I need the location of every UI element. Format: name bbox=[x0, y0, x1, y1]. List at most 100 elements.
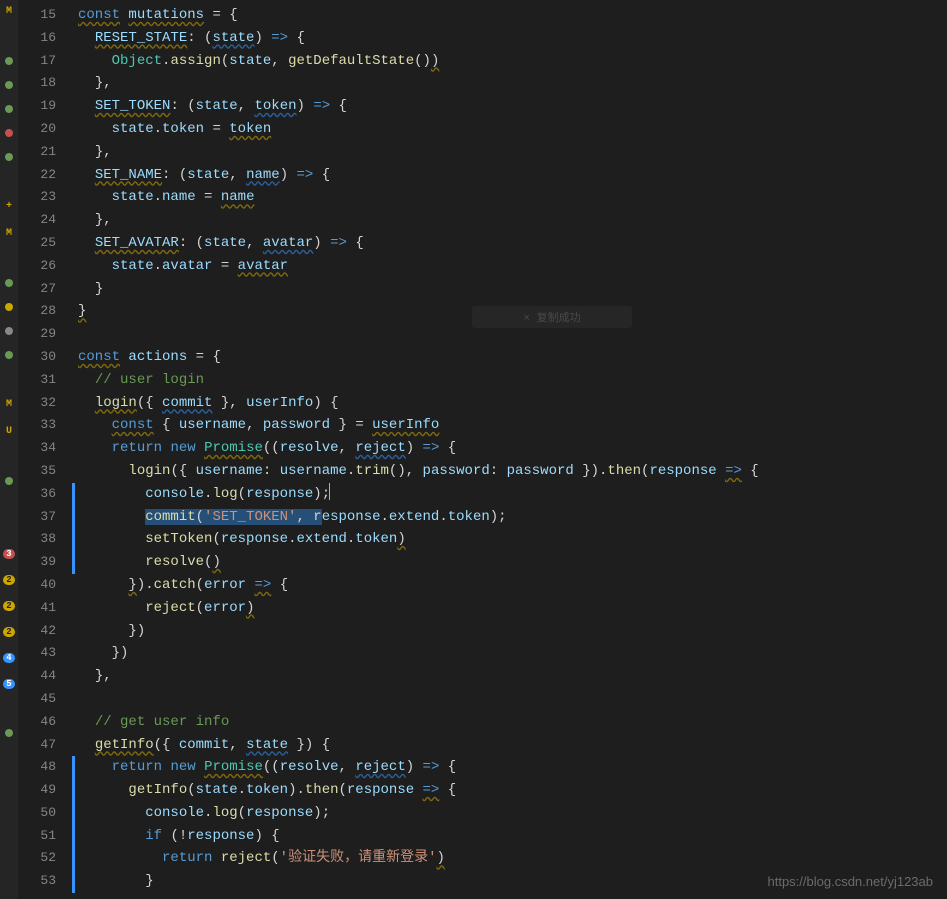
code-line[interactable]: SET_TOKEN: (state, token) => { bbox=[78, 95, 947, 118]
line-number: 35 bbox=[18, 460, 56, 483]
code-line[interactable]: state.name = name bbox=[78, 186, 947, 209]
status-dot bbox=[5, 351, 13, 359]
status-dot bbox=[5, 57, 13, 65]
code-line[interactable]: }, bbox=[78, 141, 947, 164]
line-number: 40 bbox=[18, 574, 56, 597]
git-status-letter: M bbox=[6, 228, 12, 239]
count-badge: 5 bbox=[3, 679, 15, 689]
line-number: 18 bbox=[18, 72, 56, 95]
code-line[interactable]: console.log(response); bbox=[78, 802, 947, 825]
code-line[interactable]: }, bbox=[78, 72, 947, 95]
status-dot bbox=[5, 279, 13, 287]
line-number: 31 bbox=[18, 369, 56, 392]
activity-bar[interactable]: M + M M U 3 2 2 2 4 5 bbox=[0, 0, 18, 899]
count-badge: 4 bbox=[3, 653, 15, 663]
git-modified-indicator bbox=[72, 756, 75, 893]
line-number: 24 bbox=[18, 209, 56, 232]
code-editor[interactable]: 1516171819202122232425262728293031323334… bbox=[18, 0, 947, 899]
line-number: 33 bbox=[18, 414, 56, 437]
code-line[interactable]: state.token = token bbox=[78, 118, 947, 141]
code-line[interactable]: const { username, password } = userInfo bbox=[78, 414, 947, 437]
line-number: 15 bbox=[18, 4, 56, 27]
count-badge: 2 bbox=[3, 627, 15, 637]
line-number: 20 bbox=[18, 118, 56, 141]
line-number: 53 bbox=[18, 870, 56, 893]
code-line[interactable]: RESET_STATE: (state) => { bbox=[78, 27, 947, 50]
code-line[interactable]: }) bbox=[78, 642, 947, 665]
line-number: 48 bbox=[18, 756, 56, 779]
line-number: 44 bbox=[18, 665, 56, 688]
status-dot bbox=[5, 303, 13, 311]
code-line[interactable]: } bbox=[78, 300, 947, 323]
code-line[interactable] bbox=[78, 323, 947, 346]
code-line[interactable]: }).catch(error => { bbox=[78, 574, 947, 597]
line-number: 39 bbox=[18, 551, 56, 574]
code-line[interactable]: reject(error) bbox=[78, 597, 947, 620]
status-dot bbox=[5, 327, 13, 335]
git-status-letter: M bbox=[6, 399, 12, 410]
line-number: 47 bbox=[18, 734, 56, 757]
line-number: 23 bbox=[18, 186, 56, 209]
code-line[interactable] bbox=[78, 688, 947, 711]
git-status-letter: U bbox=[6, 426, 12, 437]
status-dot bbox=[5, 81, 13, 89]
status-dot bbox=[5, 153, 13, 161]
line-number: 16 bbox=[18, 27, 56, 50]
git-status-letter: + bbox=[6, 201, 12, 212]
code-line[interactable]: // get user info bbox=[78, 711, 947, 734]
line-number: 36 bbox=[18, 483, 56, 506]
code-line[interactable]: return new Promise((resolve, reject) => … bbox=[78, 437, 947, 460]
count-badge: 2 bbox=[3, 575, 15, 585]
line-number: 27 bbox=[18, 278, 56, 301]
line-number: 34 bbox=[18, 437, 56, 460]
code-line[interactable]: state.avatar = avatar bbox=[78, 255, 947, 278]
status-dot bbox=[5, 105, 13, 113]
line-number: 32 bbox=[18, 392, 56, 415]
code-line[interactable]: if (!response) { bbox=[78, 825, 947, 848]
code-line[interactable]: getInfo({ commit, state }) { bbox=[78, 734, 947, 757]
line-number: 52 bbox=[18, 847, 56, 870]
status-dot bbox=[5, 729, 13, 737]
code-line[interactable]: return reject('验证失败，请重新登录') bbox=[78, 847, 947, 870]
code-line[interactable]: }, bbox=[78, 665, 947, 688]
code-line[interactable]: const mutations = { bbox=[78, 4, 947, 27]
line-number: 30 bbox=[18, 346, 56, 369]
line-number: 43 bbox=[18, 642, 56, 665]
code-content[interactable]: const mutations = { RESET_STATE: (state)… bbox=[78, 0, 947, 899]
line-number: 21 bbox=[18, 141, 56, 164]
code-line[interactable]: return new Promise((resolve, reject) => … bbox=[78, 756, 947, 779]
code-line[interactable]: SET_AVATAR: (state, avatar) => { bbox=[78, 232, 947, 255]
code-line[interactable]: // user login bbox=[78, 369, 947, 392]
code-line[interactable]: resolve() bbox=[78, 551, 947, 574]
line-number: 17 bbox=[18, 50, 56, 73]
code-line[interactable]: commit('SET_TOKEN', response.extend.toke… bbox=[78, 506, 947, 529]
count-badge: 3 bbox=[3, 549, 15, 559]
line-number: 46 bbox=[18, 711, 56, 734]
git-status-letter: M bbox=[6, 6, 12, 17]
line-number: 22 bbox=[18, 164, 56, 187]
line-number: 37 bbox=[18, 506, 56, 529]
code-line[interactable]: SET_NAME: (state, name) => { bbox=[78, 164, 947, 187]
line-number: 42 bbox=[18, 620, 56, 643]
code-line[interactable]: } bbox=[78, 278, 947, 301]
line-number: 28 bbox=[18, 300, 56, 323]
count-badge: 2 bbox=[3, 601, 15, 611]
code-line[interactable]: login({ commit }, userInfo) { bbox=[78, 392, 947, 415]
code-line[interactable]: }) bbox=[78, 620, 947, 643]
line-number: 29 bbox=[18, 323, 56, 346]
code-line[interactable]: } bbox=[78, 870, 947, 893]
code-line[interactable]: getInfo(state.token).then(response => { bbox=[78, 779, 947, 802]
code-line[interactable]: }, bbox=[78, 209, 947, 232]
code-line[interactable]: const actions = { bbox=[78, 346, 947, 369]
status-dot bbox=[5, 129, 13, 137]
line-number: 26 bbox=[18, 255, 56, 278]
text-cursor bbox=[329, 483, 330, 500]
code-line[interactable]: setToken(response.extend.token) bbox=[78, 528, 947, 551]
code-line[interactable]: Object.assign(state, getDefaultState()) bbox=[78, 50, 947, 73]
line-number: 38 bbox=[18, 528, 56, 551]
line-number: 19 bbox=[18, 95, 56, 118]
line-number: 45 bbox=[18, 688, 56, 711]
code-line[interactable]: login({ username: username.trim(), passw… bbox=[78, 460, 947, 483]
code-line[interactable]: console.log(response); bbox=[78, 483, 947, 506]
status-dot bbox=[5, 477, 13, 485]
